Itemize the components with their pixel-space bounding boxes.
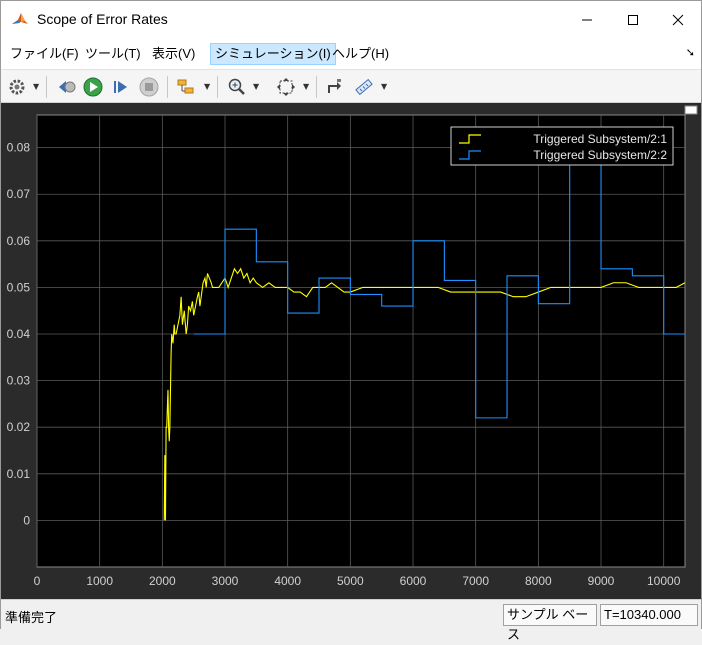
minimize-icon [582, 19, 592, 21]
x-tick-label: 10000 [647, 574, 681, 588]
settings-button[interactable] [5, 75, 29, 99]
plot-background [36, 114, 686, 568]
y-tick-label: 0.03 [7, 374, 31, 388]
status-ready-text: 準備完了 [5, 610, 58, 625]
zoom-button[interactable] [225, 75, 249, 99]
minimize-button[interactable] [564, 1, 610, 39]
x-tick-label: 7000 [462, 574, 489, 588]
error-rate-chart: 0 1000 2000 3000 4000 5000 6000 7000 8000 9000 100… [7, 105, 698, 588]
x-tick-label: 9000 [588, 574, 615, 588]
zoom-dropdown-icon[interactable]: ▼ [253, 82, 259, 91]
menu-view[interactable]: 表示(V) [148, 43, 199, 65]
x-tick-label: 1000 [86, 574, 113, 588]
fit-view-dropdown-icon[interactable]: ▼ [303, 82, 309, 91]
settings-icon [9, 79, 25, 95]
maximize-button[interactable] [610, 1, 656, 39]
y-tick-label: 0.01 [7, 467, 31, 481]
status-sim-time: T=10340.000 [600, 604, 698, 626]
title-bar: Scope of Error Rates [1, 1, 701, 39]
scope-window: Scope of Error Rates ファイル(F) ツール(T) 表示(V… [0, 0, 702, 642]
y-tick-label: 0.06 [7, 234, 31, 248]
settings-dropdown-icon[interactable]: ▼ [33, 82, 39, 91]
x-tick-label: 8000 [525, 574, 552, 588]
toolbar: ▼ ▼ ▼ ▼ ▼ [1, 69, 701, 103]
y-tick-label: 0.07 [7, 187, 31, 201]
scope-plot-area: 0 1000 2000 3000 4000 5000 6000 7000 8000 9000 100… [1, 103, 701, 599]
restore-icon [328, 79, 341, 93]
x-tick-label: 2000 [149, 574, 176, 588]
x-tick-label: 5000 [337, 574, 364, 588]
y-tick-label: 0 [23, 513, 30, 527]
y-tick-label: 0.04 [7, 327, 31, 341]
close-icon [672, 14, 684, 26]
menu-tools[interactable]: ツール(T) [81, 43, 145, 65]
step-forward-button[interactable] [109, 75, 133, 99]
matlab-app-icon [11, 11, 29, 29]
zoom-icon [228, 78, 245, 95]
menu-bar: ファイル(F) ツール(T) 表示(V) シミュレーション(I) ヘルプ(H) … [1, 39, 701, 69]
status-bar: 準備完了 サンプル ベース T=10340.000 [1, 599, 701, 642]
y-tick-label: 0.02 [7, 420, 31, 434]
highlight-dropdown-icon[interactable]: ▼ [204, 82, 210, 91]
fit-view-button[interactable] [274, 75, 298, 99]
menu-file[interactable]: ファイル(F) [6, 43, 83, 65]
y-tick-label: 0.08 [7, 141, 31, 155]
x-tick-label: 0 [34, 574, 41, 588]
toolbar-overflow-icon[interactable]: ➘ [686, 46, 695, 59]
fit-view-icon [277, 78, 295, 96]
stop-icon [139, 77, 159, 97]
separator [217, 76, 218, 98]
legend-label: Triggered Subsystem/2:2 [533, 148, 667, 162]
separator [316, 76, 317, 98]
y-tick-label: 0.05 [7, 280, 31, 294]
highlight-block-button[interactable] [174, 75, 198, 99]
run-icon [83, 77, 103, 97]
step-forward-icon [114, 81, 127, 93]
status-sample-mode: サンプル ベース [503, 604, 597, 642]
separator [46, 76, 47, 98]
undock-icon [684, 105, 698, 115]
stop-button[interactable] [137, 75, 161, 99]
separator [167, 76, 168, 98]
highlight-block-icon [177, 79, 194, 94]
run-button[interactable] [81, 75, 105, 99]
x-tick-label: 4000 [274, 574, 301, 588]
x-tick-label: 3000 [212, 574, 239, 588]
legend-label: Triggered Subsystem/2:1 [533, 132, 667, 146]
x-tick-label: 6000 [400, 574, 427, 588]
measurement-icon [355, 78, 373, 96]
menu-help[interactable]: ヘルプ(H) [328, 43, 393, 65]
maximize-icon [628, 15, 638, 25]
restore-button[interactable] [323, 75, 347, 99]
step-back-button[interactable] [54, 75, 78, 99]
window-title: Scope of Error Rates [37, 11, 168, 27]
menu-simulation[interactable]: シミュレーション(I) [210, 43, 336, 65]
close-button[interactable] [655, 1, 701, 39]
step-back-icon [59, 81, 76, 93]
measurement-button[interactable] [352, 75, 376, 99]
measurement-dropdown-icon[interactable]: ▼ [381, 82, 387, 91]
